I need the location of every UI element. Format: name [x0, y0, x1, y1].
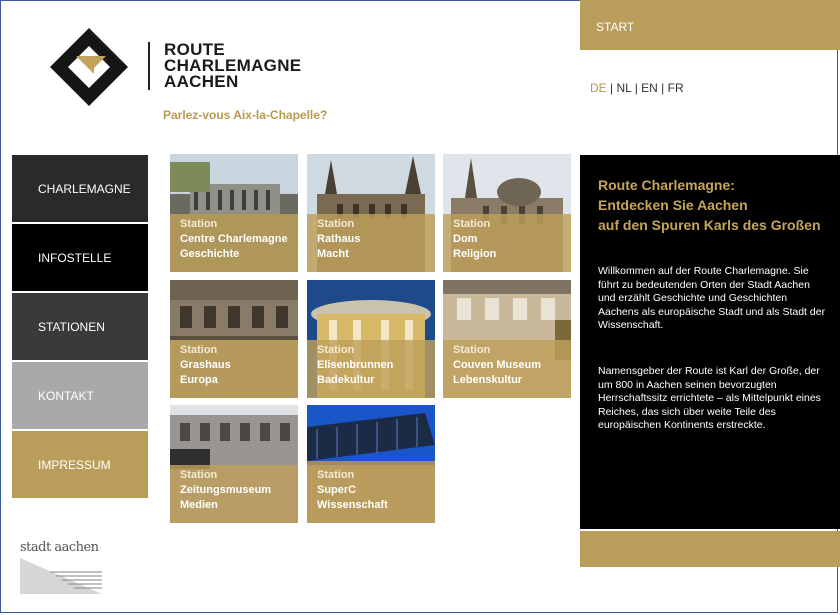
route-charlemagne-logo[interactable] [48, 26, 130, 108]
brand-line-3: AACHEN [164, 72, 239, 91]
tile-subtitle: Medien [180, 499, 218, 511]
tile-subtitle: Geschichte [180, 248, 240, 260]
stadt-aachen-emblem [20, 558, 102, 594]
nav-item-charlemagne[interactable]: CHARLEMAGNE [12, 155, 148, 222]
tile-subtitle: Wissenschaft [317, 499, 388, 511]
nav-item-label: INFOSTELLE [38, 251, 112, 265]
tile-subtitle: Badekultur [317, 374, 375, 386]
tile-title: Centre Charlemagne [180, 233, 288, 245]
lang-fr[interactable]: FR [668, 81, 684, 95]
tagline: Parlez-vous Aix-la-Chapelle? [163, 108, 328, 122]
tile-kicker: Station [317, 218, 355, 230]
intro-paragraph-2: Namensgeber der Route ist Karl der Große… [598, 365, 821, 431]
tile-subtitle: Macht [317, 248, 349, 260]
nav-item-label: KONTAKT [38, 389, 94, 403]
lang-de[interactable]: DE [590, 81, 607, 95]
tile-kicker: Station [180, 469, 218, 481]
intro-heading-line-1: Route Charlemagne: [598, 177, 735, 193]
tile-subtitle: Europa [180, 374, 218, 386]
intro-panel: Route Charlemagne: Entdecken Sie Aachen … [580, 155, 840, 529]
lang-en[interactable]: EN [641, 81, 658, 95]
tile-kicker: Station [317, 344, 355, 356]
brand-title[interactable]: ROUTE CHARLEMAGNE AACHEN [148, 41, 301, 91]
lang-nl[interactable]: NL [616, 81, 631, 95]
station-tile-centre-charlemagne[interactable]: Station Centre Charlemagne Geschichte [170, 154, 298, 272]
stadt-aachen-logo[interactable]: stadt aachen [20, 540, 110, 595]
station-tile-dom[interactable]: Station Dom Religion [443, 154, 571, 272]
start-link[interactable]: START [596, 20, 634, 34]
tile-kicker: Station [180, 344, 218, 356]
nav-item-label: STATIONEN [38, 320, 105, 334]
tile-subtitle: Religion [453, 248, 497, 260]
station-tile-zeitungsmuseum[interactable]: Station Zeitungsmuseum Medien [170, 405, 298, 523]
tile-kicker: Station [453, 218, 491, 230]
station-tile-superc[interactable]: Station SuperC Wissenschaft [307, 405, 435, 523]
nav-item-kontakt[interactable]: KONTAKT [12, 362, 148, 429]
nav-item-label: IMPRESSUM [38, 458, 111, 472]
intro-heading: Route Charlemagne: Entdecken Sie Aachen … [598, 175, 838, 235]
start-bar: START [580, 0, 840, 50]
tile-title: Rathaus [317, 233, 361, 245]
nav-item-impressum[interactable]: IMPRESSUM [12, 431, 148, 498]
tile-title: Grashaus [180, 359, 231, 371]
intro-heading-line-2: Entdecken Sie Aachen [598, 197, 748, 213]
tile-kicker: Station [453, 344, 491, 356]
tile-title: Elisenbrunnen [317, 359, 394, 371]
tile-subtitle: Lebenskultur [453, 374, 523, 386]
nav-item-infostelle[interactable]: INFOSTELLE [12, 224, 148, 291]
tile-kicker: Station [317, 469, 355, 481]
tile-kicker: Station [180, 218, 218, 230]
intro-paragraph-1: Willkommen auf der Route Charlemagne. Si… [598, 265, 826, 331]
station-tile-rathaus[interactable]: Station Rathaus Macht [307, 154, 435, 272]
station-tile-couven-museum[interactable]: Station Couven Museum Lebenskultur [443, 280, 571, 398]
intro-heading-line-3: auf den Spuren Karls des Großen [598, 217, 821, 233]
footer-gold-bar [580, 531, 840, 567]
main-nav: CHARLEMAGNE INFOSTELLE STATIONEN KONTAKT… [12, 155, 148, 500]
stadt-aachen-label: stadt aachen [20, 540, 99, 555]
tile-title: SuperC [317, 484, 357, 496]
station-tile-elisenbrunnen[interactable]: Station Elisenbrunnen Badekultur [307, 280, 435, 398]
station-tile-grashaus[interactable]: Station Grashaus Europa [170, 280, 298, 398]
nav-item-label: CHARLEMAGNE [38, 182, 131, 196]
nav-item-stationen[interactable]: STATIONEN [12, 293, 148, 360]
tile-title: Dom [453, 233, 478, 245]
tile-title: Couven Museum [453, 359, 542, 371]
language-switcher: DE | NL | EN | FR [590, 81, 684, 95]
tile-title: Zeitungsmuseum [180, 484, 272, 496]
